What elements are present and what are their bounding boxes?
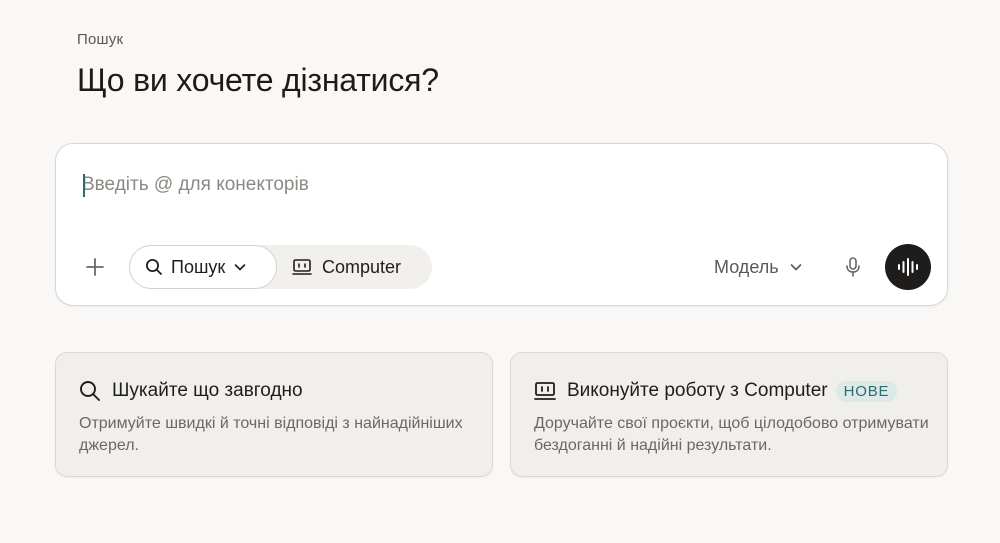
- chevron-down-icon: [790, 264, 801, 271]
- search-icon: [80, 381, 100, 401]
- mode-selector: Пошук Computer: [129, 245, 432, 289]
- page-title: Що ви хочете дізнатися?: [77, 62, 439, 98]
- text-caret: [83, 174, 85, 197]
- model-selector-label: Модель: [714, 256, 779, 277]
- card-title: Шукайте що завгодно: [112, 380, 303, 401]
- mode-search-label: Пошук: [171, 256, 226, 277]
- card-description: Доручайте свої проєкти, щоб цілодобово о…: [534, 415, 929, 454]
- breadcrumb[interactable]: Пошук: [77, 31, 123, 48]
- card-header: Виконуйте роботу з Computer НОВЕ: [534, 378, 898, 404]
- mode-computer-button[interactable]: Computer: [292, 245, 401, 289]
- search-input[interactable]: [82, 170, 902, 200]
- card-header: Шукайте що завгодно: [79, 378, 303, 404]
- microphone-icon: [846, 257, 860, 277]
- microphone-button[interactable]: [840, 254, 866, 280]
- new-badge: НОВЕ: [835, 380, 898, 402]
- card-description: Отримуйте швидкі й точні відповіді з най…: [79, 415, 463, 454]
- mode-search-button[interactable]: Пошук: [129, 245, 277, 289]
- page: Пошук Що ви хочете дізнатися? Пошук: [0, 0, 1000, 543]
- chevron-down-icon: [234, 264, 246, 271]
- mode-computer-label: Computer: [322, 256, 402, 277]
- card-search-anything[interactable]: Шукайте що завгодно Отримуйте швидкі й т…: [55, 352, 493, 477]
- plus-icon: [86, 258, 104, 276]
- voice-waveform-icon: [898, 258, 918, 276]
- computer-icon: [534, 382, 556, 400]
- search-composer: Пошук Computer Модель: [55, 143, 948, 306]
- search-icon: [146, 259, 162, 275]
- card-computer-work[interactable]: Виконуйте роботу з Computer НОВЕ Доручай…: [510, 352, 948, 477]
- voice-mode-button[interactable]: [885, 244, 931, 290]
- model-selector[interactable]: Модель: [714, 254, 803, 280]
- card-title: Виконуйте роботу з Computer: [567, 380, 828, 401]
- add-attachment-button[interactable]: [80, 252, 110, 282]
- computer-icon: [292, 259, 312, 275]
